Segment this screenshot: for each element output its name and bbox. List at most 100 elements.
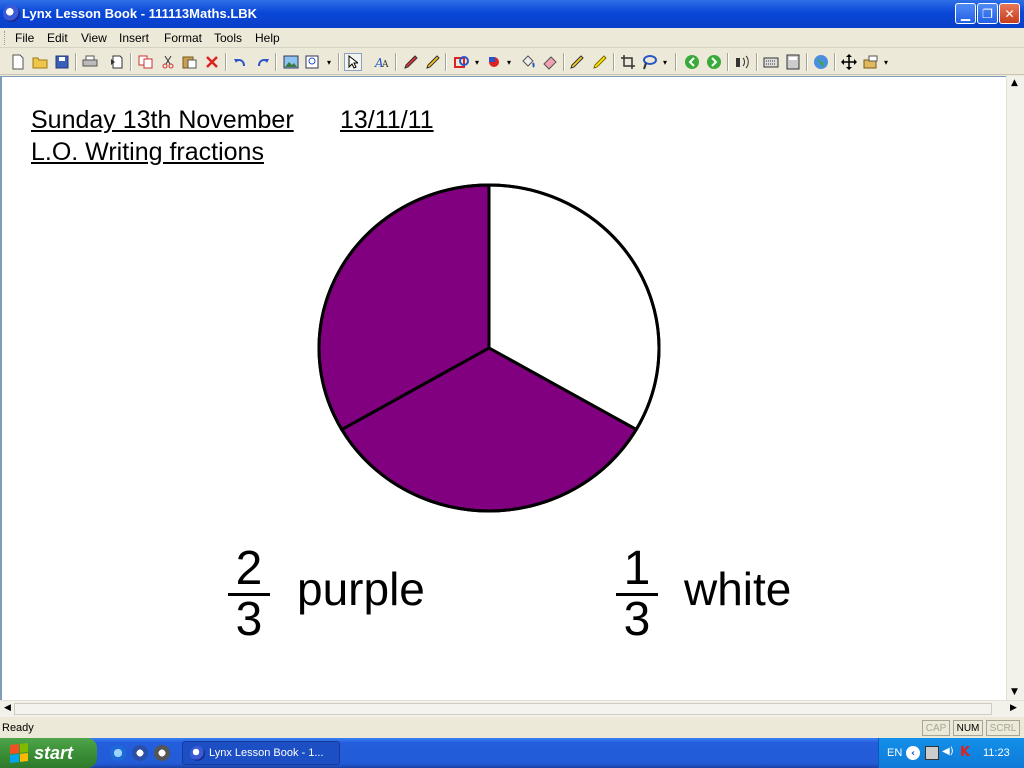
show-hidden-icons-icon[interactable]: ‹ bbox=[906, 746, 920, 760]
save-icon[interactable] bbox=[53, 53, 71, 71]
scroll-left-arrow-icon[interactable]: ◀ bbox=[4, 703, 11, 713]
page-icon[interactable] bbox=[108, 53, 126, 71]
shape-icon[interactable] bbox=[453, 53, 471, 71]
close-button[interactable]: ✕ bbox=[999, 3, 1020, 24]
keyboard-icon[interactable] bbox=[762, 53, 780, 71]
menu-insert[interactable]: Insert bbox=[119, 31, 149, 45]
menu-file[interactable]: File bbox=[15, 31, 34, 45]
dropdown-arrow-icon[interactable]: ▾ bbox=[324, 53, 334, 71]
menu-bar: File Edit View Insert Format Tools Help bbox=[0, 28, 1024, 48]
fraction-pie-chart[interactable] bbox=[314, 180, 664, 515]
dropdown-arrow-icon[interactable]: ▾ bbox=[881, 53, 891, 71]
windows-logo-icon bbox=[10, 743, 28, 763]
move-icon[interactable] bbox=[840, 53, 858, 71]
pointer-icon[interactable] bbox=[344, 53, 362, 71]
pencil-icon[interactable] bbox=[424, 53, 442, 71]
internet-explorer-icon[interactable] bbox=[110, 745, 126, 761]
menu-tools[interactable]: Tools bbox=[214, 31, 242, 45]
horizontal-scrollbar[interactable]: ◀ ▶ bbox=[0, 700, 1024, 717]
scroll-right-arrow-icon[interactable]: ▶ bbox=[1010, 703, 1017, 713]
lesson-page-canvas[interactable]: Sunday 13th November 13/11/11 L.O. Writi… bbox=[0, 76, 1006, 700]
volume-icon[interactable]: ◀) bbox=[942, 746, 956, 760]
lynx-app-icon bbox=[190, 746, 205, 761]
dropdown-arrow-icon[interactable]: ▾ bbox=[660, 53, 670, 71]
taskbar-clock: 11:23 bbox=[983, 747, 1010, 759]
redo-icon[interactable] bbox=[254, 53, 272, 71]
print-icon[interactable] bbox=[81, 53, 99, 71]
paste-icon[interactable] bbox=[181, 53, 199, 71]
toolbar-separator bbox=[563, 53, 565, 71]
crop-icon[interactable] bbox=[619, 53, 637, 71]
antivirus-icon[interactable]: K bbox=[960, 746, 974, 760]
highlighter-icon[interactable] bbox=[568, 53, 586, 71]
toolbar-separator bbox=[130, 53, 132, 71]
toolbar-separator bbox=[395, 53, 397, 71]
fill-bucket-icon[interactable] bbox=[519, 53, 537, 71]
copy-icon[interactable] bbox=[137, 53, 155, 71]
menubar-grip bbox=[4, 31, 7, 45]
scroll-down-arrow-icon[interactable]: ▼ bbox=[1011, 687, 1018, 697]
dropdown-arrow-icon[interactable]: ▾ bbox=[504, 53, 514, 71]
toolbar-separator bbox=[225, 53, 227, 71]
speak-icon[interactable] bbox=[734, 53, 752, 71]
text-icon[interactable]: AA bbox=[373, 53, 391, 71]
pen-icon[interactable] bbox=[402, 53, 420, 71]
calculator-icon[interactable] bbox=[784, 53, 802, 71]
eraser-icon[interactable] bbox=[541, 53, 559, 71]
undo-icon[interactable] bbox=[231, 53, 249, 71]
minimize-button[interactable]: ▁ bbox=[955, 3, 976, 24]
fraction-denominator: 3 bbox=[623, 593, 651, 646]
zoom-icon[interactable] bbox=[304, 53, 322, 71]
browser-icon[interactable] bbox=[132, 745, 148, 761]
forward-icon[interactable] bbox=[705, 53, 723, 71]
menu-help[interactable]: Help bbox=[255, 31, 280, 45]
fraction-denominator: 3 bbox=[235, 593, 263, 646]
windows-taskbar: start Lynx Lesson Book - 1... EN ‹ ◀) K … bbox=[0, 738, 1024, 768]
new-icon[interactable] bbox=[9, 53, 27, 71]
back-icon[interactable] bbox=[683, 53, 701, 71]
toolbar-separator bbox=[727, 53, 729, 71]
media-player-icon[interactable] bbox=[154, 745, 170, 761]
globe-icon[interactable] bbox=[812, 53, 830, 71]
toolbar: ▾ AA ▾ ▾ ▾ ▾ bbox=[0, 49, 1024, 75]
restore-button[interactable]: ❐ bbox=[977, 3, 998, 24]
date-short: 13/11/11 bbox=[340, 106, 434, 134]
network-icon[interactable] bbox=[925, 746, 939, 760]
fill-color-icon[interactable] bbox=[485, 53, 503, 71]
date-heading: Sunday 13th November bbox=[31, 106, 294, 134]
open-icon[interactable] bbox=[31, 53, 49, 71]
image-icon[interactable] bbox=[282, 53, 300, 71]
vertical-scrollbar[interactable]: ▲ ▼ bbox=[1006, 76, 1024, 700]
learning-objective: L.O. Writing fractions bbox=[31, 138, 264, 166]
horizontal-scroll-thumb[interactable] bbox=[14, 703, 992, 715]
system-tray: EN ‹ ◀) K 11:23 bbox=[878, 738, 1024, 768]
tools-icon[interactable] bbox=[862, 53, 880, 71]
language-indicator[interactable]: EN bbox=[887, 747, 902, 759]
fraction-two-thirds: 2 3 bbox=[224, 545, 274, 646]
marker-icon[interactable] bbox=[591, 53, 609, 71]
delete-icon[interactable] bbox=[203, 53, 221, 71]
scroll-up-arrow-icon[interactable]: ▲ bbox=[1011, 78, 1018, 88]
lasso-icon[interactable] bbox=[640, 53, 658, 71]
toolbar-separator bbox=[806, 53, 808, 71]
menu-view[interactable]: View bbox=[81, 31, 107, 45]
menu-edit[interactable]: Edit bbox=[47, 31, 68, 45]
window-titlebar[interactable]: Lynx Lesson Book - 111113Maths.LBK ▁ ❐ ✕ bbox=[0, 0, 1024, 28]
caps-lock-indicator: CAP bbox=[922, 720, 950, 736]
cut-icon[interactable] bbox=[159, 53, 177, 71]
lynx-app-icon[interactable] bbox=[3, 5, 20, 22]
menu-format[interactable]: Format bbox=[164, 31, 202, 45]
taskbar-task-lynx[interactable]: Lynx Lesson Book - 1... bbox=[182, 741, 340, 765]
fraction-label-white: white bbox=[684, 563, 792, 615]
window-title: Lynx Lesson Book - 111113Maths.LBK bbox=[22, 6, 258, 21]
toolbar-separator bbox=[445, 53, 447, 71]
status-text: Ready bbox=[2, 722, 34, 734]
fraction-one-third: 1 3 bbox=[612, 542, 662, 646]
fraction-label-purple: purple bbox=[297, 563, 425, 615]
toolbar-separator bbox=[756, 53, 758, 71]
dropdown-arrow-icon[interactable]: ▾ bbox=[472, 53, 482, 71]
toolbar-separator bbox=[338, 53, 340, 71]
fraction-numerator: 1 bbox=[623, 542, 651, 595]
toolbar-separator bbox=[275, 53, 277, 71]
start-button[interactable]: start bbox=[0, 738, 97, 768]
